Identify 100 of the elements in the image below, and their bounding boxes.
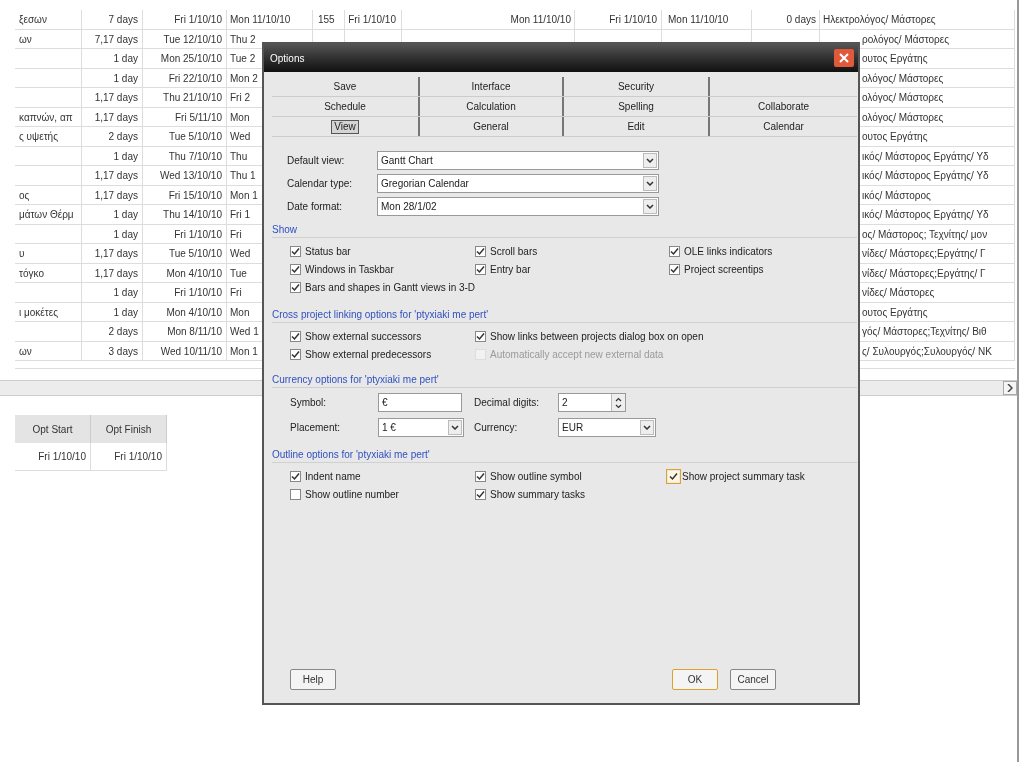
checkbox-label: Show external successors [305,330,422,344]
checkbox-label: Show external predecessors [305,348,432,362]
dropdown-field[interactable]: 1 € [378,418,464,437]
table-cell: Tue 2 [230,53,256,64]
table-cell: Thu 2 [230,33,256,45]
checkbox[interactable] [669,246,680,257]
field-label: Decimal digits: [474,396,541,410]
table-cell: Fri 1/10/10 [174,228,222,240]
table-cell: Fri 1/10/10 [348,14,396,25]
field-label: Default view: [287,154,346,168]
table-cell: Ηλεκτρολόγος/ Μάστορες [823,14,936,25]
table-cell: ρολόγος/ Μάστορες [862,33,950,45]
dialog-button[interactable]: Help [290,669,336,690]
input-field[interactable]: € [378,393,462,412]
table-cell: 155 [318,14,335,25]
checkbox[interactable] [475,246,486,257]
checkbox[interactable] [290,471,301,482]
tab[interactable]: Schedule [321,99,369,114]
tab[interactable]: View [331,119,359,134]
dialog-button[interactable]: OK [672,669,718,690]
table-cell: Tue 5/10/10 [169,131,222,142]
table-cell: 1 day [113,53,138,64]
tab[interactable]: Spelling [615,99,657,114]
checkbox[interactable] [290,349,301,360]
tab[interactable]: Interface [468,79,514,94]
spinner-field[interactable]: 2 [558,393,626,412]
table-cell: Wed [230,248,251,259]
checkbox[interactable] [475,264,486,275]
table-cell: Tue 5/10/10 [169,248,222,259]
checkbox[interactable] [669,264,680,275]
table-cell: 1,17 days [94,92,138,103]
table-cell: Wed [230,131,251,142]
table-cell: Mon 11/10/10 [230,14,291,25]
table-cell: νίδες/ Μάστορες;Εργάτης/ Γ [862,267,986,279]
close-button[interactable] [834,49,854,67]
table-cell: Fri 22/10/10 [168,72,222,84]
checkbox[interactable] [290,282,301,293]
table-cell: 1,17 days [94,267,138,279]
table-cell: γός/ Μάστορες;Τεχνίτης/ Βιθ [862,326,987,337]
checkbox-label: Show links between projects dialog box on open [490,330,704,344]
tab[interactable]: General [470,119,512,134]
table-cell: ων [19,345,32,357]
table-cell: νίδες/ Μάστορες;Εργάτης/ Γ [862,248,986,259]
tab[interactable]: Save [330,79,360,94]
checkbox[interactable] [475,489,486,500]
field-label: Currency: [474,421,519,435]
table-cell: 3 days [108,345,138,357]
table-cell: Fri 1 [230,209,250,220]
table-cell: 1 day [113,228,138,240]
table-cell: ων [19,33,32,45]
table-cell: Fri 1/10/10 [174,287,222,298]
table-cell: 1,17 days [94,248,138,259]
dropdown-field[interactable]: EUR [558,418,656,437]
checkbox-label: Entry bar [490,263,531,277]
table-cell: ος [19,189,30,201]
table-cell: ουτος Εργάτης [862,53,928,64]
table-cell: ς υψετής [19,131,58,142]
table-cell: Thu [230,150,248,162]
table-cell: ουτος Εργάτης [862,306,928,318]
checkbox[interactable] [290,489,301,500]
table-cell: ολόγος/ Μάστορες [862,111,944,123]
checkbox-label: Scroll bars [490,245,538,259]
tab[interactable]: Calculation [463,99,519,114]
tab[interactable]: Collaborate [754,99,813,114]
table-cell: καπνών, απ [19,111,73,123]
tab[interactable]: Calendar [760,119,807,134]
close-icon [839,53,849,63]
dropdown-field[interactable]: Gantt Chart [377,151,659,170]
window-title: Options [270,51,305,66]
dialog-button[interactable]: Cancel [730,669,776,690]
table-cell: Mon 1 [230,189,258,201]
tab[interactable]: Security [614,79,658,94]
section-heading: Currency options for 'ptyxiaki me pert' [272,374,439,385]
dropdown-field[interactable]: Gregorian Calendar [377,174,659,193]
tab[interactable]: Edit [624,119,648,134]
checkbox[interactable] [475,471,486,482]
table-cell: Tue 12/10/10 [163,33,222,45]
table-cell: 1,17 days [94,189,138,201]
section-heading: Cross project linking options for 'ptyxiaki me pert' [272,309,489,320]
table-cell: ξεσων [19,14,47,25]
table-cell: ολόγος/ Μάστορες [862,72,944,84]
table-cell: Wed 10/11/10 [160,345,222,357]
checkbox-label: Status bar [305,245,351,259]
dropdown-field[interactable]: Mon 28/1/02 [377,197,659,216]
checkbox[interactable] [475,331,486,342]
table-cell: ικός/ Μάστορος Εργάτης/ Υδ [862,170,989,181]
table-cell: 1,17 days [94,111,138,123]
checkbox-label: Project screentips [684,263,764,277]
field-label: Symbol: [290,396,328,410]
table-cell: Mon [230,111,250,123]
checkbox-label: Indent name [305,470,361,484]
checkbox[interactable] [290,264,301,275]
checkbox[interactable] [290,331,301,342]
scroll-right-button[interactable] [1003,381,1017,395]
table-cell: 2 days [108,326,138,337]
table-cell: 1 day [113,306,138,318]
table-cell: ικός/ Μάστορος Εργάτης/ Υδ [862,150,989,162]
table-cell: τόγκο [19,267,44,279]
table-cell: Mon 11/10/10 [668,14,729,25]
checkbox[interactable] [290,246,301,257]
